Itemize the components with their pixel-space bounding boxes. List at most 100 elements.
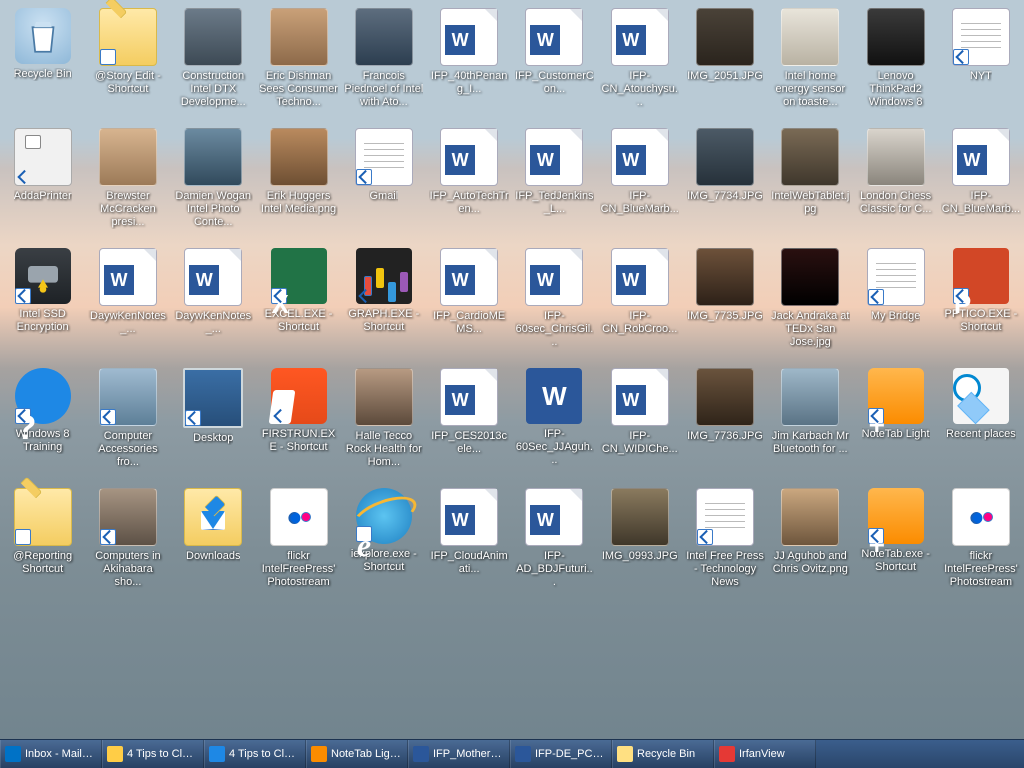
tb-chrome1-icon — [107, 746, 123, 762]
brewster-mccracken[interactable]: Brewster McCracken presi... — [85, 120, 170, 240]
jj-aguhob[interactable]: JJ Aguhob and Chris Ovitz.png — [768, 480, 853, 600]
ifp-60sec-chrisgil[interactable]: W IFP-60sec_ChrisGil... — [512, 240, 597, 360]
ifp-cn-bluemarb-icon: W — [611, 128, 669, 186]
lenovo-thinkpad2[interactable]: Lenovo ThinkPad2 Windows 8 Tabl... — [853, 0, 938, 120]
tb-irfan[interactable]: IrfanView — [714, 740, 816, 768]
img-0993[interactable]: IMG_0993.JPG — [597, 480, 682, 600]
ifp-cn-atouchysu-label: IFP-CN_Atouchysu... — [600, 70, 679, 109]
img-7734[interactable]: IMG_7734.JPG — [682, 120, 767, 240]
ifp-ces2013-label: IFP_CES2013cele... — [429, 430, 508, 456]
iexplore-exe[interactable]: iexplore.exe - Shortcut — [341, 480, 426, 600]
tb-word2[interactable]: IFP-DE_PCSprin... — [510, 740, 612, 768]
computers-akihabara[interactable]: Computers in Akihabara sho... — [85, 480, 170, 600]
london-chess[interactable]: London Chess Classic for C... — [853, 120, 938, 240]
francois-piednoel[interactable]: Francois Piednoel of Intel with Ato... — [341, 0, 426, 120]
tb-outlook[interactable]: Inbox - Mailbox... — [0, 740, 102, 768]
ifp-customer-con-label: IFP_CustomerCon... — [515, 70, 594, 96]
img-2051[interactable]: IMG_2051.JPG — [682, 0, 767, 120]
ifp-cn-bluemarb2[interactable]: WIFP-CN_BlueMarb... — [938, 120, 1023, 240]
gmail[interactable]: Gmail — [341, 120, 426, 240]
iexplore-exe-icon — [356, 488, 412, 544]
erik-huggers-label: Erik Huggers Intel Media.png — [259, 190, 338, 216]
ifp-customer-con-icon: W — [525, 8, 583, 66]
dayw-ken-notes2[interactable]: WDaywKenNotes_... — [171, 240, 256, 360]
pptico-exe-icon — [953, 248, 1009, 304]
tb-recycle[interactable]: Recycle Bin — [612, 740, 714, 768]
intelwebtablet[interactable]: IntelWebTablet.jpg — [768, 120, 853, 240]
ifp-40th-penang[interactable]: WIFP_40thPenang_I... — [426, 0, 511, 120]
nyt[interactable]: NYT — [938, 0, 1023, 120]
pptico-exe[interactable]: PPTICO.EXE - Shortcut — [938, 240, 1023, 360]
construction-intel[interactable]: Construction Intel DTX Developme... — [171, 0, 256, 120]
ifp-cardiomems-label: IFP_CardioMEMS... — [429, 310, 508, 336]
tb-irfan-label: IrfanView — [739, 748, 785, 760]
tb-ie[interactable]: 4 Tips to Clean ... — [204, 740, 306, 768]
ifp-customer-con[interactable]: W IFP_CustomerCon... — [512, 0, 597, 120]
ifp-60sec-jjaguh[interactable]: IFP-60Sec_JJAguh... — [512, 360, 597, 480]
computer-accessories[interactable]: Computer Accessories fro... — [85, 360, 170, 480]
tb-chrome1-label: 4 Tips to Clean ... — [127, 748, 199, 760]
ifp-cn-bluemarb-label: IFP-CN_BlueMarb... — [600, 190, 679, 216]
recent-places-icon — [953, 368, 1009, 424]
img-0993-label: IMG_0993.JPG — [602, 550, 678, 563]
jim-karbach[interactable]: Jim Karbach Mr Bluetooth for ... — [768, 360, 853, 480]
dayw-ken-notes1[interactable]: WDaywKenNotes_... — [85, 240, 170, 360]
intel-ssd-encryption[interactable]: Intel SSD Encryption — [0, 240, 85, 360]
ifp-autotechtren[interactable]: WIFP_AutoTechTren... — [426, 120, 511, 240]
ifp-cn-widiche[interactable]: WIFP-CN_WIDIChe... — [597, 360, 682, 480]
desktop[interactable]: Desktop — [171, 360, 256, 480]
ifp-ces2013[interactable]: W IFP_CES2013cele... — [426, 360, 511, 480]
eric-dishman[interactable]: Eric Dishman Sees Consumer Techno... — [256, 0, 341, 120]
ifp-cn-widiche-icon: W — [611, 368, 669, 426]
firstrun-exe[interactable]: FIRSTRUN.EXE - Shortcut — [256, 360, 341, 480]
tb-notetab[interactable]: NoteTab Light ... — [306, 740, 408, 768]
ifp-60sec-chrisgil-icon: W — [525, 248, 583, 306]
ifp-ad-bdjfuturi[interactable]: WIFP-AD_BDJFuturi... — [512, 480, 597, 600]
intelwebtablet-icon — [781, 128, 839, 186]
taskbar[interactable]: Inbox - Mailbox... 4 Tips to Clean ... 4 T… — [0, 739, 1024, 768]
jack-andraka[interactable]: Jack Andraka at TEDx San Jose.jpg — [768, 240, 853, 360]
excel-exe[interactable]: EXCEL.EXE - Shortcut — [256, 240, 341, 360]
ifp-cn-robcroo[interactable]: WIFP-CN_RobCroo... — [597, 240, 682, 360]
my-bridge-label: My Bridge — [871, 310, 921, 323]
ifp-tedjenkins[interactable]: WIFP_TedJenkins_L... — [512, 120, 597, 240]
recent-places[interactable]: Recent places — [938, 360, 1023, 480]
windows8-training[interactable]: Windows 8 Training — [0, 360, 85, 480]
ifp-autotechtren-label: IFP_AutoTechTren... — [429, 190, 508, 216]
recycle-bin[interactable]: Recycle Bin — [0, 0, 85, 120]
ifp-cn-atouchysu[interactable]: WIFP-CN_Atouchysu... — [597, 0, 682, 120]
notetab-exe[interactable]: NoteTab.exe - Shortcut — [853, 480, 938, 600]
damien-wogan[interactable]: Damien Wogan Intel Photo Conte... — [171, 120, 256, 240]
ifp-ces2013-icon: W — [440, 368, 498, 426]
notetab-light[interactable]: NoteTab Light — [853, 360, 938, 480]
halle-tecco-icon — [355, 368, 413, 426]
add-a-printer[interactable]: AddaPrinter — [0, 120, 85, 240]
downloads[interactable]: Downloads — [171, 480, 256, 600]
reporting-shortcut-icon — [14, 488, 72, 546]
excel-exe-icon — [271, 248, 327, 304]
halle-tecco[interactable]: Halle Tecco Rock Health for Hom... — [341, 360, 426, 480]
story-edit[interactable]: @Story Edit - Shortcut — [85, 0, 170, 120]
ifp-cardiomems[interactable]: WIFP_CardioMEMS... — [426, 240, 511, 360]
francois-piednoel-label: Francois Piednoel of Intel with Ato... — [344, 70, 423, 109]
tb-chrome1[interactable]: 4 Tips to Clean ... — [102, 740, 204, 768]
my-bridge[interactable]: My Bridge — [853, 240, 938, 360]
erik-huggers[interactable]: Erik Huggers Intel Media.png — [256, 120, 341, 240]
ifp-60sec-chrisgil-label: IFP-60sec_ChrisGil... — [515, 310, 594, 349]
jj-aguhob-label: JJ Aguhob and Chris Ovitz.png — [771, 550, 850, 576]
tb-word1[interactable]: IFP_MothersDay... — [408, 740, 510, 768]
reporting-shortcut[interactable]: @Reporting Shortcut — [0, 480, 85, 600]
flickr-ifp[interactable]: flickr IntelFreePress' Photostream — [256, 480, 341, 600]
graph-exe[interactable]: GRAPH.EXE - Shortcut — [341, 240, 426, 360]
construction-intel-icon — [184, 8, 242, 66]
intel-free-press[interactable]: Intel Free Press - Technology News — [682, 480, 767, 600]
desktop[interactable]: Recycle Bin@Story Edit - ShortcutConstru… — [0, 0, 1024, 740]
intel-home-energy[interactable]: Intel home energy sensor on toaste... — [768, 0, 853, 120]
img-7736[interactable]: IMG_7736.JPG — [682, 360, 767, 480]
flickr-ifp2[interactable]: flickr IntelFreePress' Photostream — [938, 480, 1023, 600]
ifp-cloudanimati[interactable]: WIFP_CloudAnimati... — [426, 480, 511, 600]
img-7735[interactable]: IMG_7735.JPG — [682, 240, 767, 360]
notetab-exe-label: NoteTab.exe - Shortcut — [856, 548, 935, 574]
ifp-cn-bluemarb[interactable]: W IFP-CN_BlueMarb... — [597, 120, 682, 240]
tb-notetab-label: NoteTab Light ... — [331, 748, 403, 760]
